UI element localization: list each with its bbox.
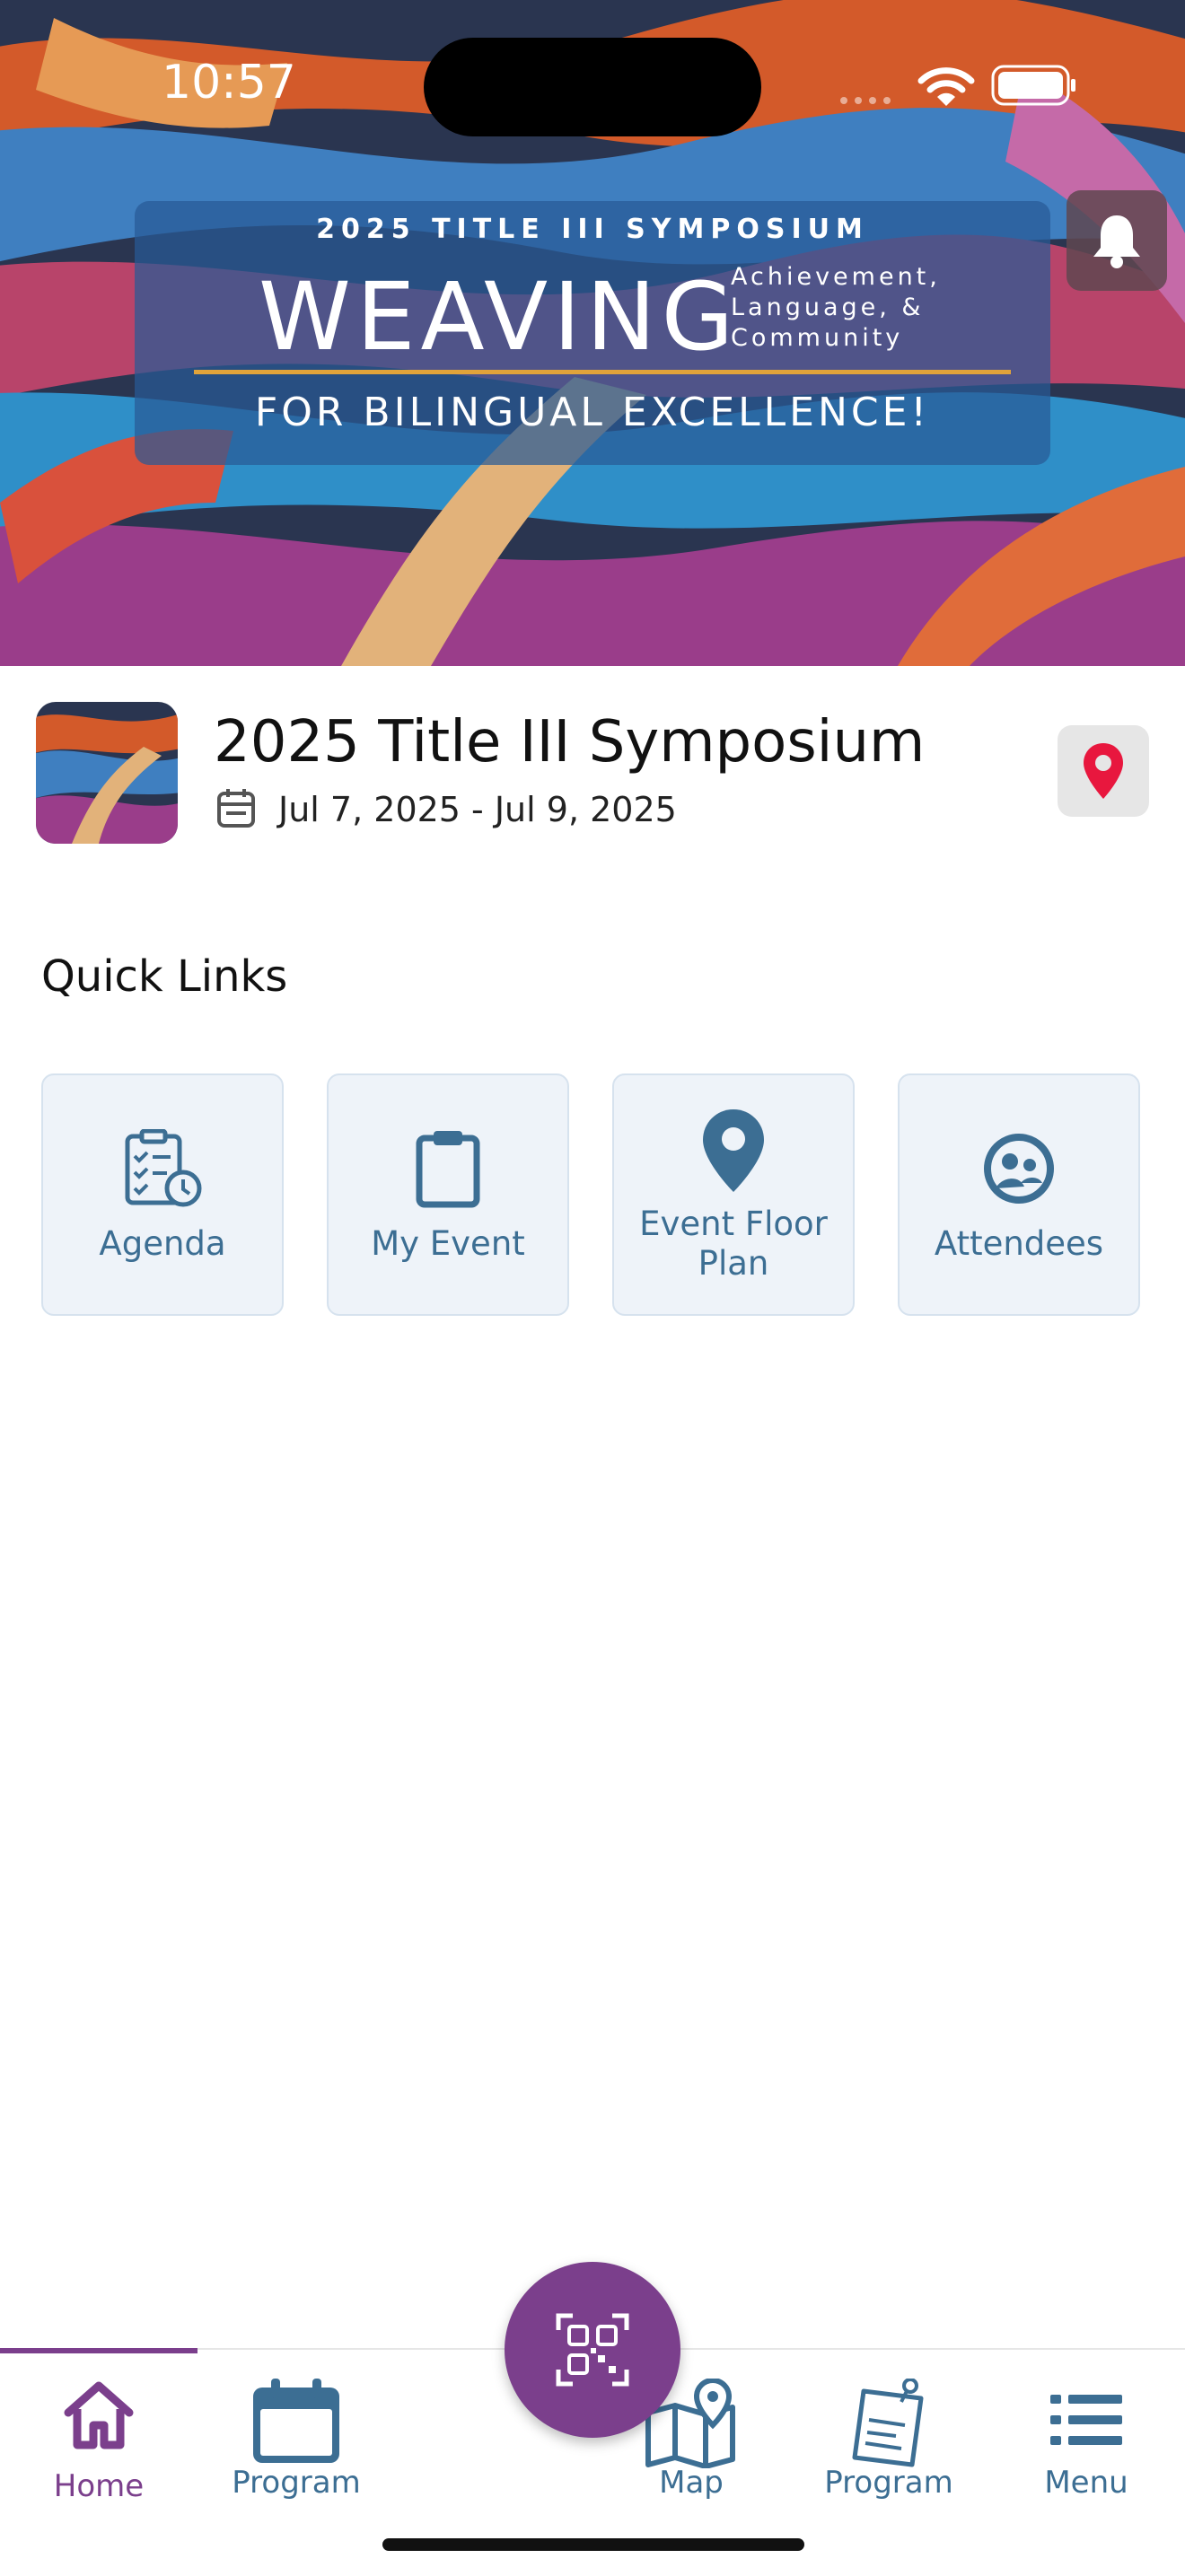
quick-link-attendees[interactable]: Attendees	[898, 1073, 1140, 1316]
event-dates: Jul 7, 2025 - Jul 9, 2025	[278, 790, 677, 829]
notepad-icon	[852, 2379, 924, 2467]
status-time: 10:57	[162, 56, 296, 110]
quick-link-label: My Event	[371, 1224, 525, 1263]
bell-icon	[1093, 215, 1140, 268]
tab-program-notes[interactable]: Program	[790, 2379, 988, 2501]
banner-divider	[194, 370, 1011, 374]
signal-icon	[840, 97, 891, 104]
symposium-banner: 2025 TITLE III SYMPOSIUM WEAVING Achieve…	[135, 201, 1050, 465]
event-thumbnail-image	[36, 702, 178, 844]
banner-side-line: Achievement,	[731, 263, 941, 291]
tab-label: Program	[824, 2465, 953, 2501]
battery-icon	[991, 65, 1075, 106]
active-tab-indicator	[0, 2348, 198, 2353]
location-pin-icon	[1084, 743, 1123, 799]
tab-home[interactable]: Home	[0, 2379, 198, 2504]
agenda-clipboard-clock-icon	[125, 1129, 202, 1207]
tab-program[interactable]: Program	[198, 2379, 395, 2501]
banner-side-text: Achievement, Language, & Community	[731, 262, 941, 354]
quick-link-agenda[interactable]: Agenda	[41, 1073, 284, 1316]
attendees-icon	[984, 1134, 1054, 1204]
clipboard-icon	[416, 1131, 480, 1208]
banner-subtitle: FOR BILINGUAL EXCELLENCE!	[254, 390, 931, 435]
home-indicator	[382, 2538, 804, 2551]
menu-list-icon	[1050, 2395, 1122, 2445]
qr-scan-button[interactable]	[505, 2262, 680, 2438]
quick-link-label: Event Floor Plan	[639, 1205, 828, 1283]
quick-link-label: Agenda	[99, 1224, 226, 1263]
quick-link-label: Attendees	[934, 1224, 1104, 1263]
banner-main-word: WEAVING	[259, 262, 740, 372]
hero-banner: 10:57 2025 TITLE III SYMPOSIUM WEAVING A…	[0, 0, 1185, 666]
banner-side-line: Language, &	[731, 294, 925, 321]
tab-label: Program	[232, 2465, 361, 2501]
quick-link-event-floor-plan[interactable]: Event Floor Plan	[612, 1073, 855, 1316]
qr-code-icon	[556, 2313, 629, 2387]
tab-label: Map	[659, 2465, 724, 2501]
event-thumbnail	[36, 702, 178, 844]
tab-label: Menu	[1044, 2465, 1128, 2501]
notifications-button[interactable]	[1066, 190, 1167, 291]
event-title: 2025 Title III Symposium	[214, 709, 926, 775]
calendar-icon	[217, 789, 255, 828]
event-location-button[interactable]	[1058, 725, 1149, 817]
quick-links-heading: Quick Links	[41, 951, 288, 1002]
tab-label: Home	[53, 2468, 145, 2504]
wifi-icon	[917, 67, 975, 106]
dynamic-island	[424, 38, 761, 136]
quick-link-my-event[interactable]: My Event	[327, 1073, 569, 1316]
calendar-icon	[253, 2379, 339, 2463]
banner-supertitle: 2025 TITLE III SYMPOSIUM	[316, 214, 869, 245]
tab-menu[interactable]: Menu	[988, 2379, 1185, 2501]
banner-side-line: Community	[731, 324, 904, 352]
home-icon	[64, 2381, 134, 2449]
map-pin-icon	[703, 1109, 764, 1192]
